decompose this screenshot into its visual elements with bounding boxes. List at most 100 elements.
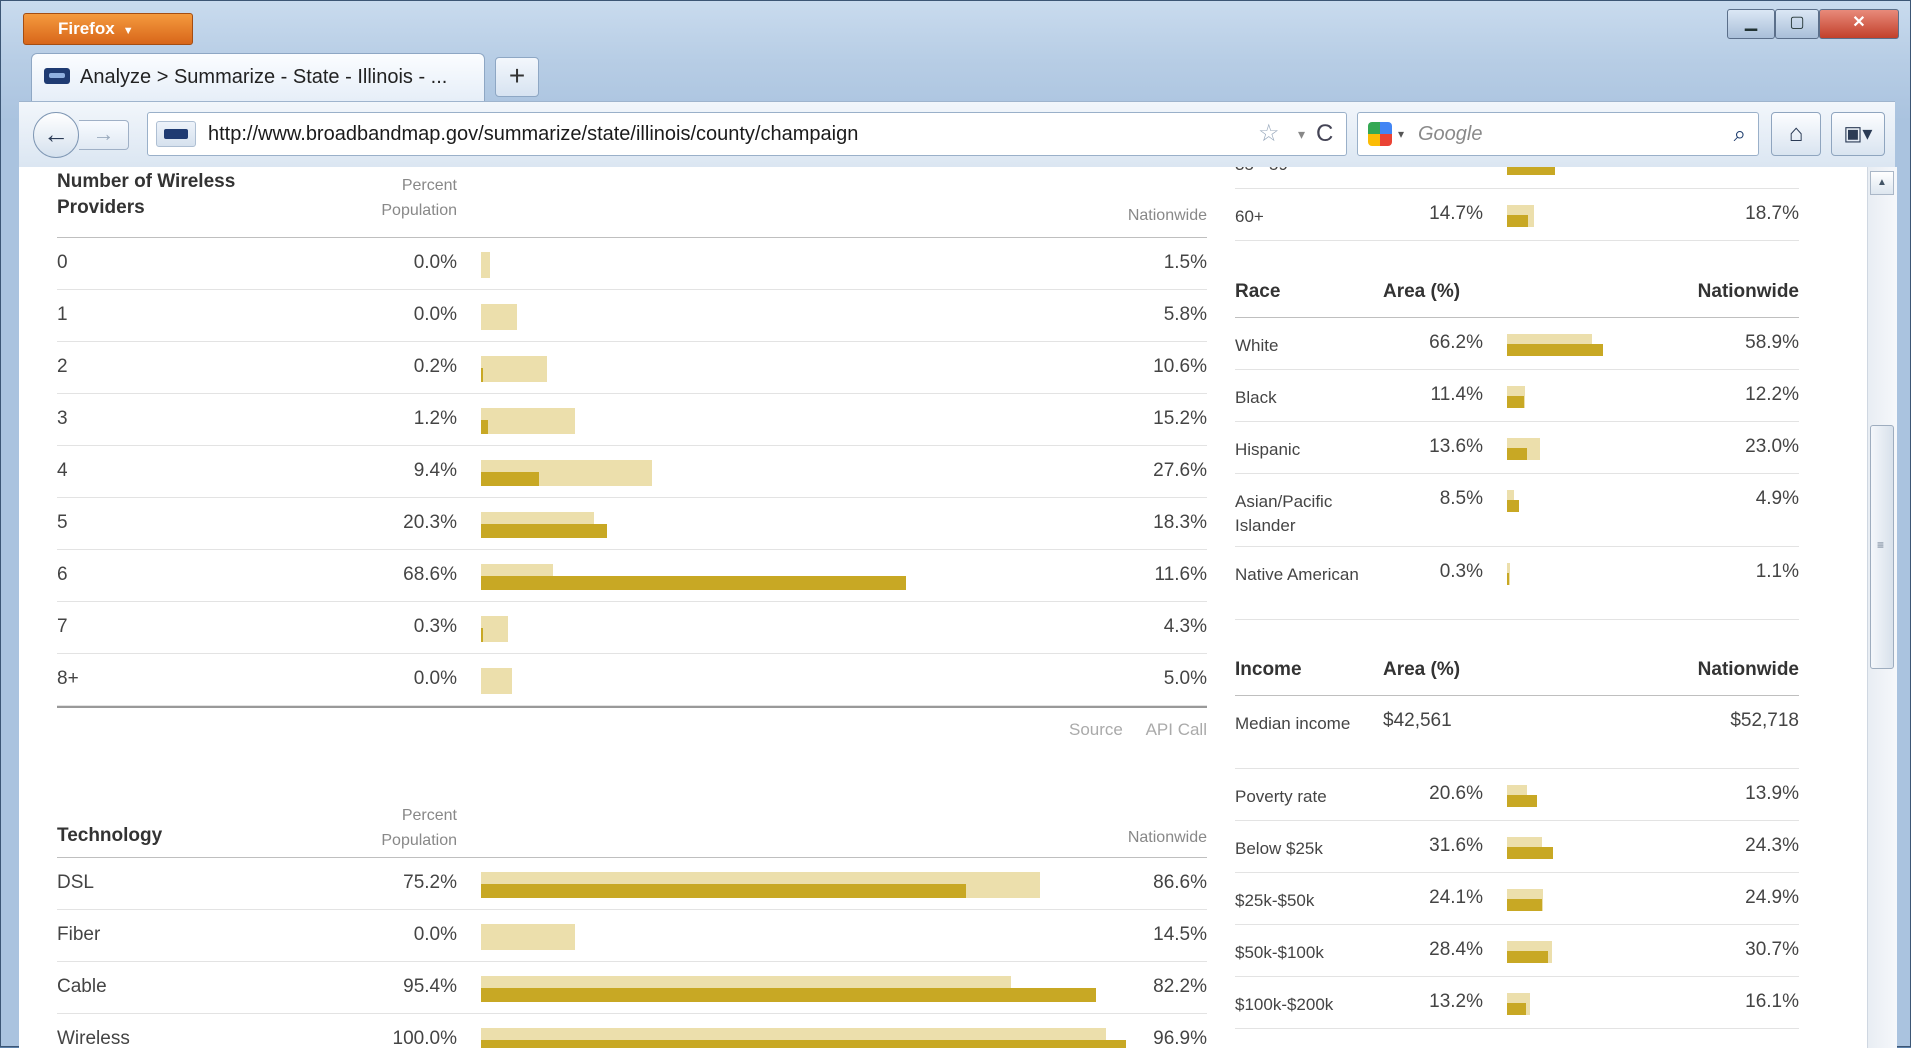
- table-row: Fiber 0.0% 14.5%: [57, 910, 1207, 962]
- row-bar-pair: [481, 512, 1161, 538]
- table-header: Technology Percent Population Nationwide: [57, 789, 1207, 858]
- bookmark-star-icon[interactable]: ☆: [1258, 113, 1280, 155]
- search-engine-dropdown-icon[interactable]: ▾: [1398, 113, 1404, 155]
- row-area-value: 24.1%: [1429, 887, 1483, 908]
- row-bar-pair: [1507, 386, 1617, 408]
- area-bar: [481, 576, 907, 590]
- row-label: 60+: [1235, 207, 1264, 226]
- row-label: Poverty rate: [1235, 787, 1327, 806]
- row-percent-value: 75.2%: [403, 872, 457, 893]
- search-box[interactable]: ▾ Google ⌕: [1357, 112, 1759, 156]
- income-table: Income Area (%) Nationwide Median income…: [1235, 643, 1799, 1029]
- url-dropdown-icon[interactable]: ▾: [1298, 113, 1305, 155]
- area-bar: [481, 884, 967, 898]
- row-nationwide-value: 1.1%: [1755, 561, 1799, 582]
- api-call-link[interactable]: API Call: [1146, 720, 1207, 739]
- row-label: 2: [57, 356, 68, 377]
- firefox-menu-button[interactable]: Firefox ▼: [23, 13, 193, 45]
- url-bar[interactable]: http://www.broadbandmap.gov/summarize/st…: [147, 112, 1347, 156]
- nationwide-header: Nationwide: [1127, 207, 1207, 224]
- reload-icon[interactable]: C: [1316, 113, 1333, 155]
- tab-broadbandmap[interactable]: Analyze > Summarize - State - Illinois -…: [31, 53, 485, 101]
- nationwide-bar: [481, 408, 576, 434]
- minimize-button[interactable]: ▁: [1727, 9, 1775, 39]
- bookmarks-icon[interactable]: ▣▾: [1831, 112, 1885, 156]
- table-row: 60+ 14.7% 18.7%: [1235, 189, 1799, 241]
- row-bar-pair: [481, 924, 1161, 950]
- row-nationwide-value: 5.8%: [1163, 304, 1207, 325]
- row-bar-pair: [1507, 563, 1617, 585]
- row-bar-pair: [481, 976, 1161, 1002]
- area-bar: [1507, 448, 1527, 460]
- table-row: 8+ 0.0% 5.0%: [57, 654, 1207, 706]
- row-nationwide-value: 4.3%: [1163, 616, 1207, 637]
- table-row: White 66.2% 58.9%: [1235, 318, 1799, 370]
- forward-icon[interactable]: →: [79, 120, 129, 150]
- table-row: 3 1.2% 15.2%: [57, 394, 1207, 446]
- row-bar-pair: [481, 356, 1161, 382]
- nationwide-bar: [481, 252, 491, 278]
- row-nationwide-value: 14.5%: [1153, 924, 1207, 945]
- row-bar-pair: [1507, 334, 1617, 356]
- table-row: Black 11.4% 12.2%: [1235, 370, 1799, 422]
- row-label: White: [1235, 336, 1279, 355]
- table-row: 7 0.3% 4.3%: [57, 602, 1207, 654]
- table-row: 6 68.6% 11.6%: [57, 550, 1207, 602]
- row-bar-pair: [481, 304, 1161, 330]
- row-label: 4: [57, 460, 68, 481]
- area-bar: [1507, 500, 1520, 512]
- back-icon[interactable]: ←: [33, 112, 79, 158]
- source-link[interactable]: Source: [1069, 720, 1123, 739]
- race-table: Race Area (%) Nationwide White 66.2% 58.9%…: [1235, 265, 1799, 620]
- table-row: Native American 0.3% 1.1%: [1235, 547, 1799, 620]
- area-bar: [481, 420, 489, 434]
- row-nationwide-value: 33.0%: [1745, 167, 1799, 173]
- url-text[interactable]: http://www.broadbandmap.gov/summarize/st…: [208, 113, 858, 155]
- row-bar-pair: [1507, 941, 1617, 963]
- vertical-scrollbar[interactable]: ▲ ≡: [1867, 167, 1897, 1048]
- area-bar: [1507, 167, 1555, 175]
- close-button[interactable]: ✕: [1819, 9, 1899, 39]
- table-row: $25k-$50k 24.1% 24.9%: [1235, 873, 1799, 925]
- scroll-up-icon[interactable]: ▲: [1870, 171, 1894, 195]
- row-area-value: 14.7%: [1429, 203, 1483, 224]
- table-row: 4 9.4% 27.6%: [57, 446, 1207, 498]
- row-bar-pair: [481, 1028, 1161, 1048]
- nationwide-bar: [481, 304, 517, 330]
- navigation-toolbar: ← → http://www.broadbandmap.gov/summariz…: [19, 101, 1895, 167]
- search-input[interactable]: Google: [1418, 113, 1483, 155]
- row-bar-pair: [481, 408, 1161, 434]
- area-bar: [1507, 396, 1524, 408]
- row-label: 7: [57, 616, 68, 637]
- row-nationwide-value: 82.2%: [1153, 976, 1207, 997]
- search-icon[interactable]: ⌕: [1734, 113, 1746, 155]
- scrollbar-thumb[interactable]: ≡: [1870, 425, 1894, 669]
- table-header: Income Area (%) Nationwide: [1235, 643, 1799, 696]
- table-row: Cable 95.4% 82.2%: [57, 962, 1207, 1014]
- wireless-providers-table: Number of Wireless Providers Percent Popul…: [57, 167, 1207, 754]
- row-area-value: 31.6%: [1429, 835, 1483, 856]
- row-label: Native American: [1235, 565, 1359, 584]
- tab-title: Analyze > Summarize - State - Illinois -…: [80, 66, 448, 88]
- table-row: $50k-$100k 28.4% 30.7%: [1235, 925, 1799, 977]
- new-tab-button[interactable]: +: [495, 57, 539, 97]
- row-nationwide-value: 1.5%: [1163, 252, 1207, 273]
- row-label: Asian/Pacific Islander: [1235, 492, 1333, 535]
- nationwide-header: Nationwide: [1127, 829, 1207, 846]
- nationwide-header: Nationwide: [1697, 659, 1799, 680]
- maximize-button[interactable]: ▢: [1775, 9, 1819, 39]
- row-bar-pair: [481, 668, 1161, 694]
- row-percent-value: 0.0%: [413, 252, 457, 273]
- area-header: Area (%): [1383, 659, 1461, 680]
- row-label: Below $25k: [1235, 839, 1323, 858]
- area-bar: [1507, 899, 1542, 911]
- site-identity-icon[interactable]: [156, 121, 196, 147]
- table-row: 0 0.0% 1.5%: [57, 238, 1207, 290]
- row-label: 0: [57, 252, 68, 273]
- row-area-value: 0.3%: [1439, 561, 1483, 582]
- google-icon[interactable]: [1368, 122, 1392, 146]
- row-nationwide-value: 5.0%: [1163, 668, 1207, 689]
- row-label: Median income: [1235, 714, 1351, 733]
- nationwide-bar: [481, 924, 575, 950]
- home-icon[interactable]: ⌂: [1771, 112, 1821, 156]
